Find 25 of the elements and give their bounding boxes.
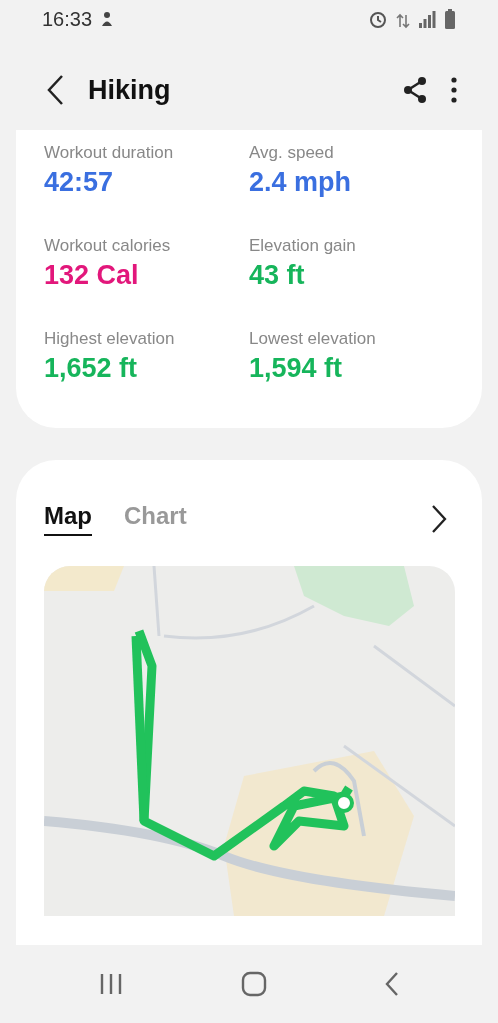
chevron-right-icon[interactable] xyxy=(431,504,447,534)
more-icon[interactable] xyxy=(450,77,458,103)
battery-icon xyxy=(444,9,456,29)
stat-value: 132 Cal xyxy=(44,260,140,291)
status-time: 16:33 xyxy=(42,7,93,31)
page-title: Hiking xyxy=(88,74,171,106)
stat-label: Workout duration xyxy=(44,143,175,163)
stat-label: Workout calories xyxy=(44,236,172,256)
stat-value: 43 ft xyxy=(249,260,306,291)
share-icon[interactable] xyxy=(402,76,428,104)
stat-value: 42:57 xyxy=(44,167,115,198)
stat-label: Elevation gain xyxy=(249,236,357,256)
stat-value: 1,594 ft xyxy=(249,353,344,384)
home-icon[interactable] xyxy=(241,971,267,997)
back-icon[interactable] xyxy=(46,74,66,106)
figure-icon xyxy=(100,11,115,27)
recent-apps-icon[interactable] xyxy=(99,973,123,995)
stat-label: Highest elevation xyxy=(44,329,176,349)
stat-label: Avg. speed xyxy=(249,143,335,163)
alarm-icon xyxy=(368,9,388,29)
signal-icon xyxy=(418,10,436,28)
tab[interactable]: Map xyxy=(44,502,92,536)
stat-value: 2.4 mph xyxy=(249,167,353,198)
stat-label: Lowest elevation xyxy=(249,329,377,349)
stat-value: 1,652 ft xyxy=(44,353,139,384)
